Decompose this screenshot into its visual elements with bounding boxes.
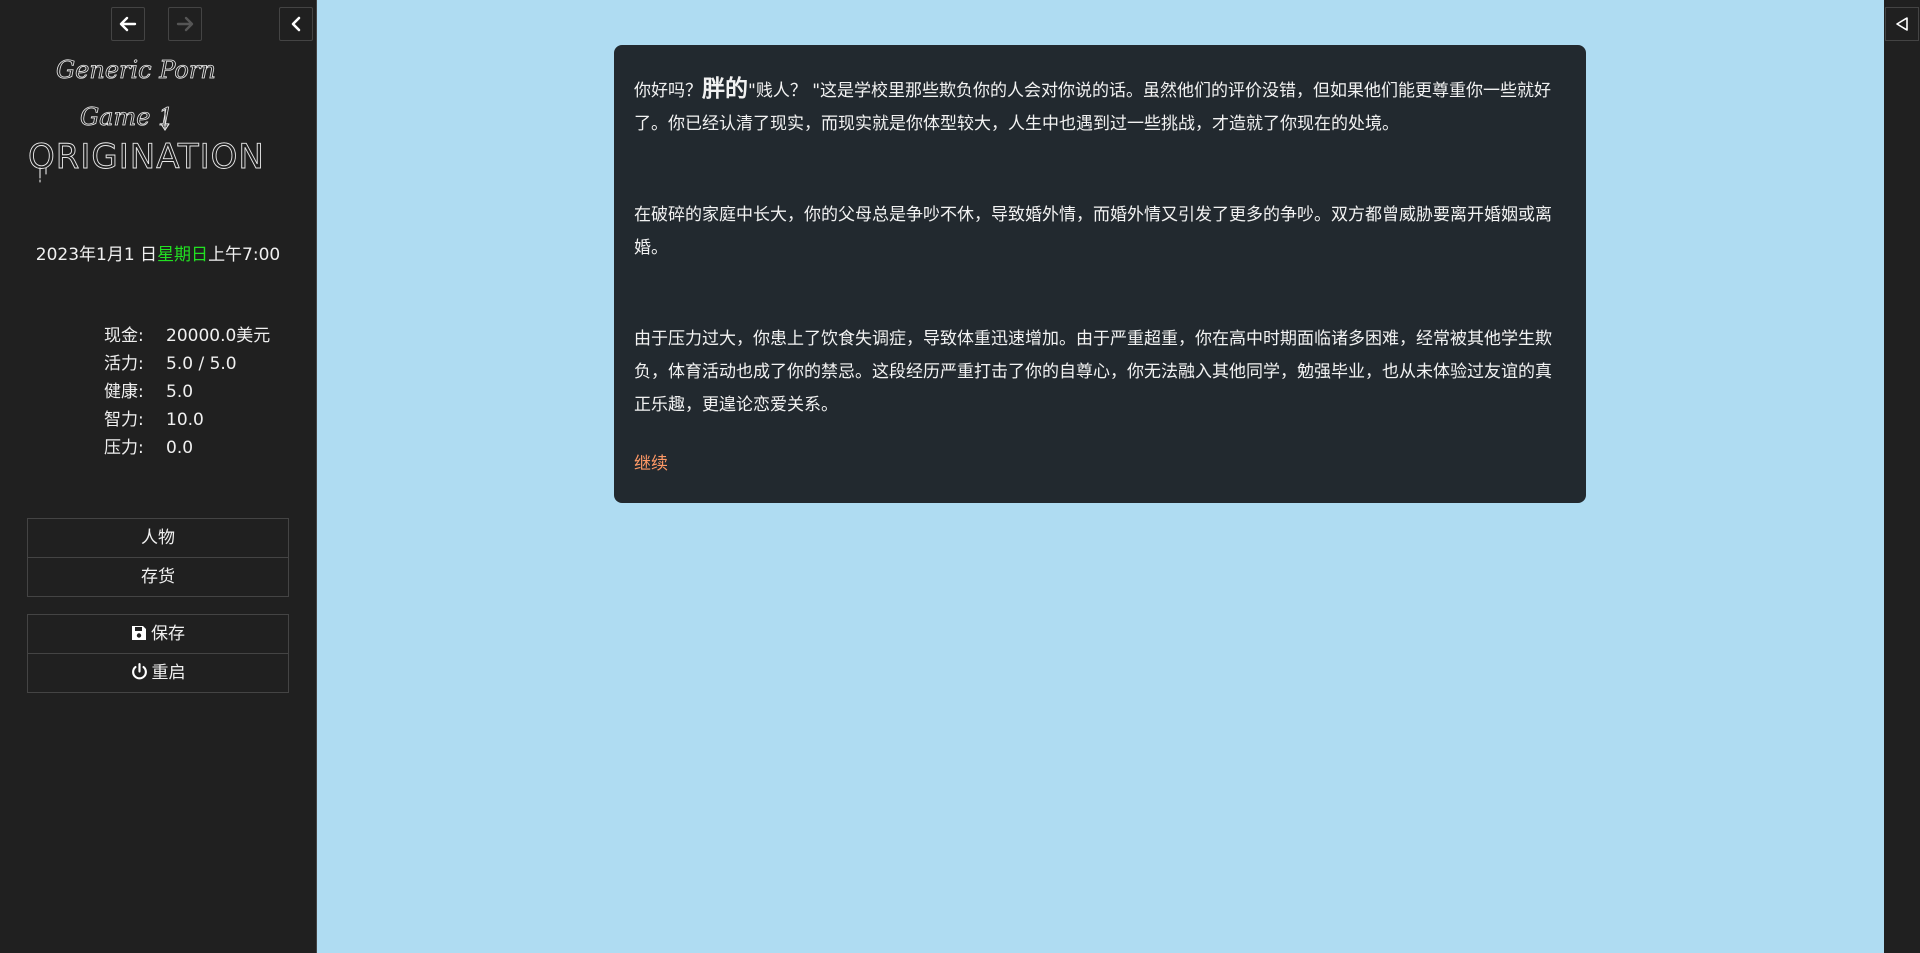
restart-label: 重启 xyxy=(151,663,186,683)
chevron-left-icon xyxy=(291,16,301,32)
stat-energy: 活力: 5.0 / 5.0 xyxy=(104,350,270,378)
right-panel-toggle-button[interactable] xyxy=(1885,7,1919,41)
stats-panel: 现金: 20000.0美元 活力: 5.0 / 5.0 健康: 5.0 智力: … xyxy=(104,322,270,462)
logo-line3: ORIGINATION xyxy=(28,137,265,177)
stat-label: 活力: xyxy=(104,354,144,374)
stat-label: 压力: xyxy=(104,438,144,458)
collapse-sidebar-button[interactable] xyxy=(279,7,313,41)
game-logo: Generic Porn Game 1 ORIGINATION xyxy=(28,56,265,183)
logo-line1: Generic Porn xyxy=(56,56,216,84)
stat-value: 5.0 / 5.0 xyxy=(166,354,237,374)
passage-paragraph-1: 你好吗？胖的"贱人？ "这是学校里那些欺负你的人会对你说的话。虽然他们的评价没错… xyxy=(634,73,1566,141)
time-text: 上午7:00 xyxy=(208,245,281,265)
arrow-left-icon xyxy=(119,16,137,32)
stat-health: 健康: 5.0 xyxy=(104,378,270,406)
save-button[interactable]: 保存 xyxy=(28,615,288,653)
passage-p1-prefix: 你好吗？ xyxy=(634,81,702,101)
restart-button[interactable]: 重启 xyxy=(28,653,288,692)
triangle-left-icon xyxy=(1896,17,1908,31)
stat-value: 20000.0美元 xyxy=(166,326,271,346)
passage-p1-rest: "贱人？ "这是学校里那些欺负你的人会对你说的话。虽然他们的评价没错，但如果他们… xyxy=(634,81,1552,134)
story-passage: 你好吗？胖的"贱人？ "这是学校里那些欺负你的人会对你说的话。虽然他们的评价没错… xyxy=(614,45,1586,503)
story-menu: 人物 存货 xyxy=(27,518,289,597)
stat-label: 现金: xyxy=(104,326,144,346)
passage-paragraph-3: 由于压力过大，你患上了饮食失调症，导致体重迅速增加。由于严重超重，你在高中时期面… xyxy=(634,329,1552,415)
power-icon xyxy=(131,663,147,680)
continue-link[interactable]: 继续 xyxy=(634,448,668,481)
character-button[interactable]: 人物 xyxy=(28,519,288,557)
left-sidebar: Generic Porn Game 1 ORIGINATION 2023年1月1… xyxy=(0,0,317,953)
date-text: 2023年1月1 日 xyxy=(35,245,158,265)
inventory-button[interactable]: 存货 xyxy=(28,557,288,596)
floppy-disk-icon xyxy=(132,626,146,640)
stat-stress: 压力: 0.0 xyxy=(104,434,270,462)
forward-button[interactable] xyxy=(168,7,202,41)
system-menu: 保存 重启 xyxy=(27,614,289,693)
weekday-text: 星期日 xyxy=(157,245,209,265)
right-panel-strip xyxy=(1884,0,1920,953)
stat-cash: 现金: 20000.0美元 xyxy=(104,322,270,350)
save-label: 保存 xyxy=(151,624,185,644)
stat-value: 5.0 xyxy=(166,382,194,402)
stat-value: 10.0 xyxy=(166,410,204,430)
back-button[interactable] xyxy=(111,7,145,41)
stat-intelligence: 智力: 10.0 xyxy=(104,406,270,434)
passage-emphasis: 胖的 xyxy=(702,76,748,102)
logo-line2: Game 1 xyxy=(80,103,173,131)
arrow-right-icon xyxy=(176,16,194,32)
stat-value: 0.0 xyxy=(166,438,194,458)
stat-label: 智力: xyxy=(104,410,144,430)
passage-paragraph-2: 在破碎的家庭中长大，你的父母总是争吵不休，导致婚外情，而婚外情又引发了更多的争吵… xyxy=(634,205,1552,258)
date-time: 2023年1月1 日星期日上午7:00 xyxy=(0,240,316,265)
stat-label: 健康: xyxy=(104,382,144,402)
